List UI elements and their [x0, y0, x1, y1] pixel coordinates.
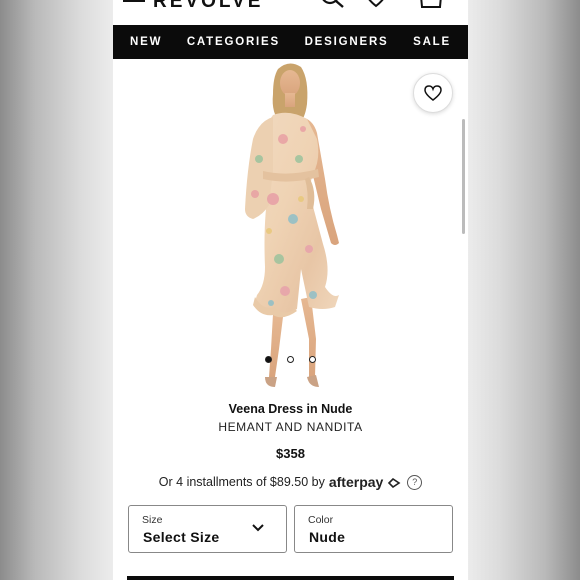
page-scrollbar[interactable]	[462, 119, 465, 234]
heart-outline-icon	[424, 85, 442, 101]
color-select-value: Nude	[309, 529, 346, 545]
afterpay-arrows-icon	[388, 478, 401, 489]
add-to-favorites-button[interactable]	[413, 73, 453, 113]
installments-info: Or 4 installments of $89.50 by afterpay …	[113, 474, 468, 490]
app-header: REVOLVE	[113, 0, 468, 25]
product-price: $358	[276, 446, 305, 461]
size-select-value: Select Size	[143, 529, 220, 545]
nav-item-designers[interactable]: DESIGNERS	[305, 36, 389, 48]
afterpay-help-icon[interactable]: ?	[407, 474, 423, 490]
color-select-label: Color	[308, 514, 334, 526]
hamburger-menu-icon[interactable]	[123, 0, 145, 8]
carousel-dot-1[interactable]	[265, 356, 272, 363]
product-image-carousel[interactable]	[113, 59, 468, 389]
nav-item-new[interactable]: NEW	[130, 36, 162, 48]
search-icon[interactable]	[318, 0, 346, 12]
mobile-screen: REVOLVE NEW CATEGORIES DESIGNERS SALE Ve…	[113, 0, 468, 580]
installments-text: Or 4 installments of $89.50 by	[158, 475, 325, 489]
carousel-indicators	[113, 356, 468, 366]
carousel-dot-2[interactable]	[287, 356, 294, 363]
nav-item-sale[interactable]: SALE	[413, 36, 451, 48]
wishlist-heart-icon[interactable]	[363, 0, 393, 12]
add-to-bag-button[interactable]	[127, 576, 454, 580]
carousel-dot-3[interactable]	[309, 356, 316, 363]
size-select[interactable]: Size Select Size	[128, 505, 287, 553]
product-title: Veena Dress in Nude	[228, 402, 353, 416]
size-select-label: Size	[142, 514, 163, 526]
color-select[interactable]: Color Nude	[294, 505, 453, 553]
product-brand-link[interactable]: HEMANT AND NANDITA	[113, 420, 468, 434]
chevron-down-icon	[252, 524, 264, 532]
afterpay-logo: afterpay	[329, 474, 401, 490]
nav-item-categories[interactable]: CATEGORIES	[187, 36, 280, 48]
shopping-bag-icon[interactable]	[418, 0, 446, 12]
afterpay-label: afterpay	[328, 474, 384, 490]
category-nav-bar: NEW CATEGORIES DESIGNERS SALE	[113, 25, 468, 59]
product-photo-model-dress	[245, 63, 339, 387]
revolve-logo[interactable]: REVOLVE	[153, 0, 263, 13]
